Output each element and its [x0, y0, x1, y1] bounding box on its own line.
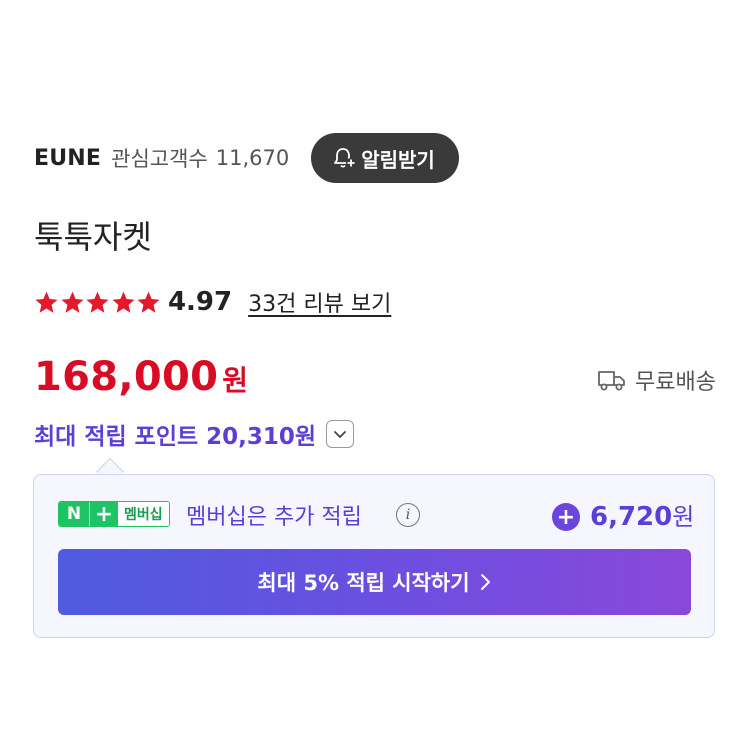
max-points-label: 최대 적립 포인트 20,310원 — [34, 424, 317, 450]
bonus-points: 6,720원 — [590, 497, 694, 532]
naver-plus-membership-badge: N + 멤버십 — [58, 501, 170, 527]
plus-circle-icon: + — [552, 503, 580, 531]
interest-label: 관심고객수 — [111, 147, 208, 171]
store-name[interactable]: EUNE — [34, 146, 101, 171]
star-icon — [61, 291, 84, 313]
interest-count: 11,670 — [215, 146, 290, 170]
product-title: 툭툭자켓 — [34, 218, 152, 256]
star-icon — [137, 291, 160, 313]
store-info-row: EUNE 관심고객수 11,670 알림받기 — [34, 132, 459, 184]
truck-icon — [598, 371, 625, 391]
info-icon[interactable]: i — [396, 503, 420, 527]
star-icon — [35, 291, 58, 313]
cta-label: 최대 5% 적립 시작하기 — [257, 571, 470, 595]
rating-score: 4.97 — [167, 287, 233, 317]
badge-label: 멤버십 — [118, 502, 169, 526]
bonus-amount: 6,720 — [590, 502, 673, 532]
alarm-button-label: 알림받기 — [361, 147, 435, 172]
membership-text: 멤버십은 추가 적립 — [186, 505, 362, 530]
shipping-label: 무료배송 — [635, 370, 716, 395]
membership-panel: N + 멤버십 멤버십은 추가 적립 i + 6,720원 최대 5% 적립 시… — [33, 474, 715, 638]
points-row: 최대 적립 포인트 20,310원 — [34, 414, 355, 454]
price-unit: 원 — [222, 364, 249, 397]
start-membership-button[interactable]: 최대 5% 적립 시작하기 — [58, 549, 691, 615]
star-rating — [34, 290, 162, 315]
points-toggle-button[interactable] — [326, 420, 355, 448]
price-row: 168,000 원 — [34, 352, 248, 402]
star-icon — [86, 291, 109, 313]
star-icon — [112, 291, 135, 313]
rating-row: 4.97 33건 리뷰 보기 — [34, 284, 391, 320]
shipping-info: 무료배송 — [597, 362, 716, 398]
chevron-right-icon — [480, 574, 490, 590]
bell-plus-icon — [334, 148, 357, 168]
naver-n-logo: N — [59, 502, 89, 526]
price-amount: 168,000 — [34, 354, 219, 400]
review-link[interactable]: 33건 리뷰 보기 — [248, 286, 391, 318]
bonus-unit: 원 — [672, 503, 695, 531]
plus-logo: + — [89, 502, 118, 526]
chevron-down-icon — [334, 431, 346, 438]
alarm-button[interactable]: 알림받기 — [311, 133, 459, 183]
